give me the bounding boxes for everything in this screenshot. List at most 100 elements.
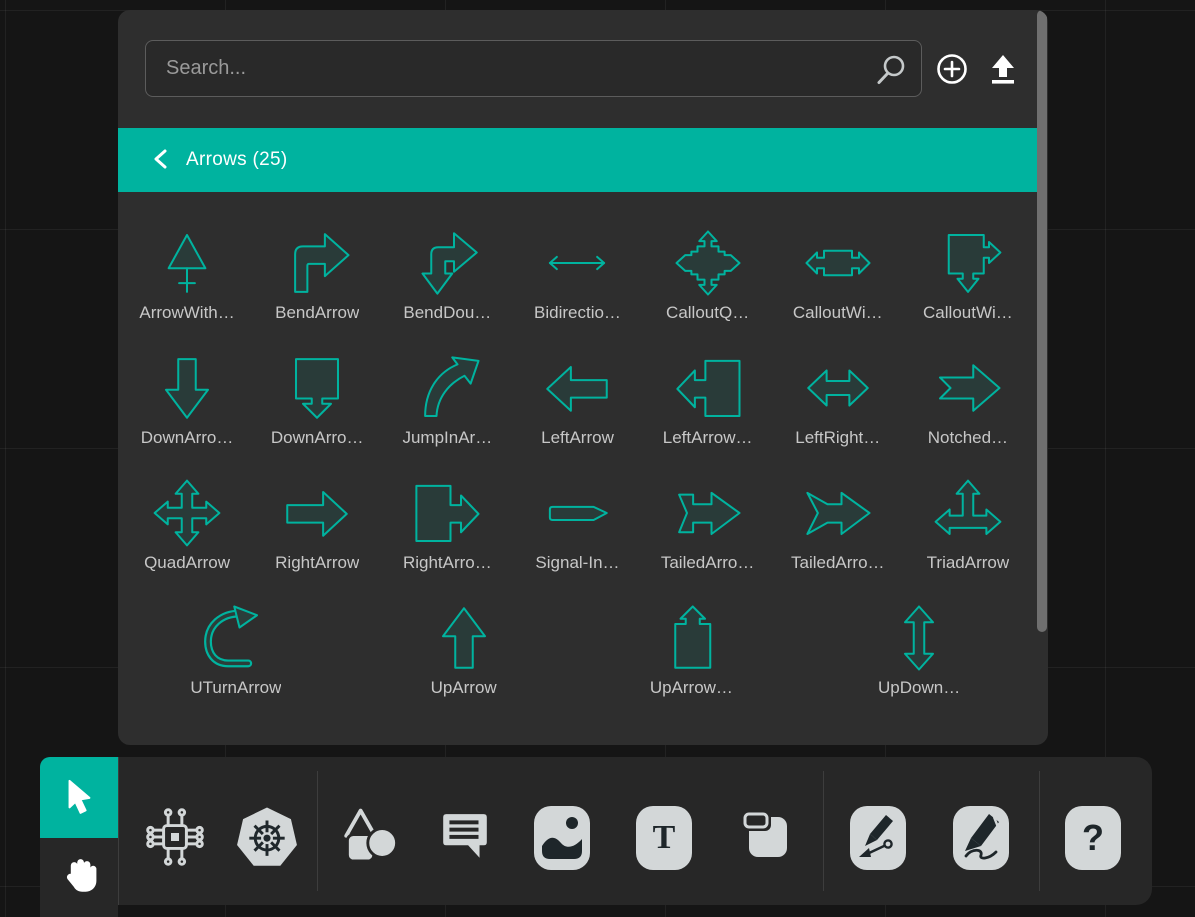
shapes-tool-button[interactable] <box>339 808 399 868</box>
image-tool-button[interactable] <box>534 806 590 870</box>
kubernetes-icon <box>234 804 300 873</box>
toolbar-divider <box>317 771 318 891</box>
bend-double-arrow-icon <box>408 226 486 298</box>
canvas[interactable]: Arrows (25) ArrowWith… BendArrow <box>0 0 1195 917</box>
components-tool-button[interactable] <box>143 806 207 870</box>
shape-item[interactable]: UTurnArrow <box>173 601 299 697</box>
bidirectional-arrow-icon <box>538 226 616 298</box>
shapes-icon <box>339 807 399 870</box>
sketch-tool-button[interactable] <box>953 806 1009 870</box>
add-shape-button[interactable] <box>934 51 970 87</box>
comment-tool-button[interactable] <box>438 811 492 865</box>
shape-item[interactable]: LeftArrow… <box>645 351 771 447</box>
chevron-left-icon <box>152 147 170 174</box>
panel-search-row <box>118 10 1048 128</box>
bend-arrow-icon <box>278 226 356 298</box>
bottom-toolbar: T <box>118 757 1152 905</box>
arrow-with-tail-icon <box>148 226 226 298</box>
shape-item[interactable]: Signal-In… <box>514 476 640 572</box>
jump-in-arrow-icon <box>408 351 486 423</box>
pan-tool-button[interactable] <box>40 838 118 917</box>
comment-icon <box>438 810 492 867</box>
left-right-arrow-icon <box>799 351 877 423</box>
quad-arrow-icon <box>148 476 226 548</box>
shape-item[interactable]: ArrowWith… <box>124 226 250 322</box>
shape-item[interactable]: LeftRight… <box>775 351 901 447</box>
shape-label: CalloutWi… <box>923 303 1013 322</box>
question-icon: ? <box>1082 817 1104 859</box>
down-arrow-icon <box>148 351 226 423</box>
shape-label: CalloutQ… <box>666 303 749 322</box>
select-tool-button[interactable] <box>40 757 118 838</box>
kubernetes-tool-button[interactable] <box>234 805 300 871</box>
shape-label: BendDou… <box>403 303 491 322</box>
callout-wide-arrow-icon <box>799 226 877 298</box>
shape-item[interactable]: CalloutWi… <box>905 226 1031 322</box>
sticky-note-icon <box>741 811 793 866</box>
left-arrow-icon <box>538 351 616 423</box>
shape-label: JumpInAr… <box>402 428 492 447</box>
help-button[interactable]: ? <box>1065 806 1121 870</box>
panel-scrollbar[interactable] <box>1037 10 1047 632</box>
shape-label: UTurnArrow <box>190 678 281 697</box>
shape-item[interactable]: JumpInAr… <box>384 351 510 447</box>
shape-item[interactable]: RightArrow <box>254 476 380 572</box>
shape-item[interactable]: BendDou… <box>384 226 510 322</box>
shape-label: RightArro… <box>403 553 492 572</box>
left-arrow-callout-icon <box>669 351 747 423</box>
shape-item[interactable]: Notched… <box>905 351 1031 447</box>
shape-label: Bidirectio… <box>534 303 621 322</box>
plus-circle-icon <box>934 75 970 90</box>
shape-label: CalloutWi… <box>793 303 883 322</box>
shape-label: UpDown… <box>878 678 960 697</box>
shape-item[interactable]: TailedArro… <box>645 476 771 572</box>
up-arrow-icon <box>425 601 503 673</box>
back-button[interactable] <box>152 147 170 174</box>
image-icon <box>534 806 590 871</box>
sticky-note-tool-button[interactable] <box>741 812 793 864</box>
shape-label: TailedArro… <box>661 553 755 572</box>
pen-arrow-icon <box>850 806 906 871</box>
text-tool-button[interactable]: T <box>636 806 692 870</box>
shape-item[interactable]: UpArrow <box>401 601 527 697</box>
shape-label: UpArrow… <box>650 678 733 697</box>
shape-label: TailedArro… <box>791 553 885 572</box>
hand-icon <box>59 855 99 900</box>
edge-pen-tool-button[interactable] <box>850 806 906 870</box>
shape-label: DownArro… <box>141 428 234 447</box>
callout-quad-arrow-icon <box>669 226 747 298</box>
shape-item[interactable]: Bidirectio… <box>514 226 640 322</box>
shape-label: LeftRight… <box>795 428 880 447</box>
pencil-icon <box>953 806 1009 871</box>
text-icon: T <box>653 819 676 857</box>
down-arrow-callout-icon <box>278 351 356 423</box>
shape-label: Notched… <box>928 428 1008 447</box>
shape-item[interactable]: CalloutQ… <box>645 226 771 322</box>
right-arrow-icon <box>278 476 356 548</box>
tailed-arrow-swallow-icon <box>799 476 877 548</box>
shape-item[interactable]: TriadArrow <box>905 476 1031 572</box>
shape-item[interactable]: BendArrow <box>254 226 380 322</box>
shape-item[interactable]: LeftArrow <box>514 351 640 447</box>
callout-right-down-arrow-icon <box>929 226 1007 298</box>
shape-item[interactable]: DownArro… <box>124 351 250 447</box>
tailed-arrow-icon <box>669 476 747 548</box>
up-arrow-callout-icon <box>652 601 730 673</box>
shape-grid: ArrowWith… BendArrow BendDou… B <box>118 192 1037 745</box>
chip-icon <box>143 805 207 872</box>
shape-item[interactable]: CalloutWi… <box>775 226 901 322</box>
shape-item[interactable]: TailedArro… <box>775 476 901 572</box>
shape-item[interactable]: DownArro… <box>254 351 380 447</box>
toolbar-divider <box>118 757 119 905</box>
shape-item[interactable]: RightArro… <box>384 476 510 572</box>
shape-label: LeftArrow… <box>663 428 753 447</box>
upload-button[interactable] <box>985 51 1021 87</box>
category-title: Arrows (25) <box>186 149 287 171</box>
shape-label: ArrowWith… <box>139 303 234 322</box>
shape-item[interactable]: UpArrow… <box>628 601 754 697</box>
upload-icon <box>985 75 1021 90</box>
toolbar-divider <box>823 771 824 891</box>
shape-item[interactable]: UpDown… <box>856 601 982 697</box>
shape-item[interactable]: QuadArrow <box>124 476 250 572</box>
search-input[interactable] <box>145 40 922 97</box>
